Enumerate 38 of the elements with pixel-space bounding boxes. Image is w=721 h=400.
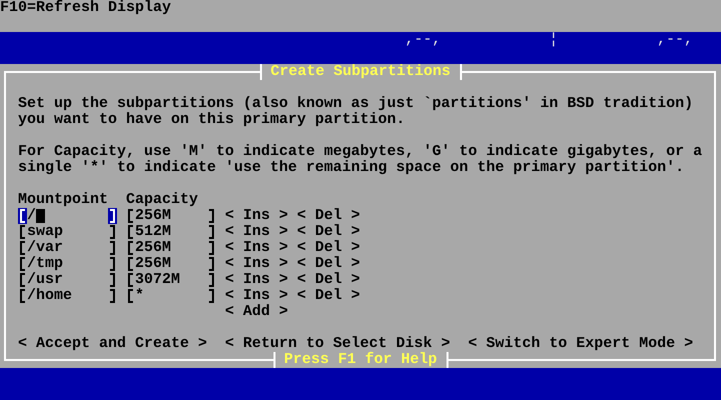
delete-button[interactable]: < Del > [297, 272, 360, 288]
column-header: Capacity [126, 192, 198, 208]
capacity-field[interactable]: 256M [126, 240, 216, 256]
capacity-field[interactable]: 512M [126, 224, 216, 240]
insert-button[interactable]: < Ins > [225, 208, 288, 224]
capacity-field[interactable]: 3072M [126, 272, 216, 288]
mountpoint-field[interactable]: /usr [18, 272, 118, 288]
mountpoint-field[interactable]: /home [18, 288, 118, 304]
dialog-button[interactable]: < Return to Select Disk > [225, 336, 450, 352]
insert-button[interactable]: < Ins > [225, 240, 288, 256]
insert-button[interactable]: < Ins > [225, 224, 288, 240]
ascii-art-fragment: ,--, [657, 32, 694, 48]
mountpoint-field[interactable]: /tmp [18, 256, 118, 272]
capacity-field[interactable]: * [126, 288, 216, 304]
column-header: Mountpoint [18, 192, 110, 208]
function-key-hint: F10=Refresh Display [0, 0, 172, 16]
insert-button[interactable]: < Ins > [225, 272, 288, 288]
insert-button[interactable]: < Ins > [225, 256, 288, 272]
delete-button[interactable]: < Del > [297, 288, 360, 304]
delete-button[interactable]: < Del > [297, 256, 360, 272]
capacity-field[interactable]: 256M [126, 256, 216, 272]
dialog-button[interactable]: < Switch to Expert Mode > [468, 336, 694, 352]
dialog-button[interactable]: < Accept and Create > [18, 336, 208, 352]
instruction-text: For Capacity, use 'M' to indicate megabytes, 'G' to indicate gigabytes, or a single '*' to indicate 'use the remaining space on the primary partition'. [18, 144, 704, 176]
help-hint: Press F1 for Help [272, 352, 448, 368]
delete-button[interactable]: < Del > [297, 208, 360, 224]
mountpoint-field[interactable]: / [18, 208, 118, 224]
insert-button[interactable]: < Ins > [225, 288, 288, 304]
dialog-title: Create Subpartitions [259, 64, 462, 80]
mountpoint-field[interactable]: /var [18, 240, 118, 256]
ascii-art-fragment: ¦ [549, 32, 558, 48]
add-button[interactable]: < Add > [225, 304, 288, 320]
capacity-field[interactable]: 256M [126, 208, 216, 224]
delete-button[interactable]: < Del > [297, 224, 360, 240]
instruction-text: Set up the subpartitions (also known as just `partitions' in BSD tradition) you want to have on this primary partition. [18, 96, 694, 128]
ascii-art-fragment: ,--, [405, 32, 442, 48]
delete-button[interactable]: < Del > [297, 240, 360, 256]
mountpoint-field[interactable]: swap [18, 224, 118, 240]
